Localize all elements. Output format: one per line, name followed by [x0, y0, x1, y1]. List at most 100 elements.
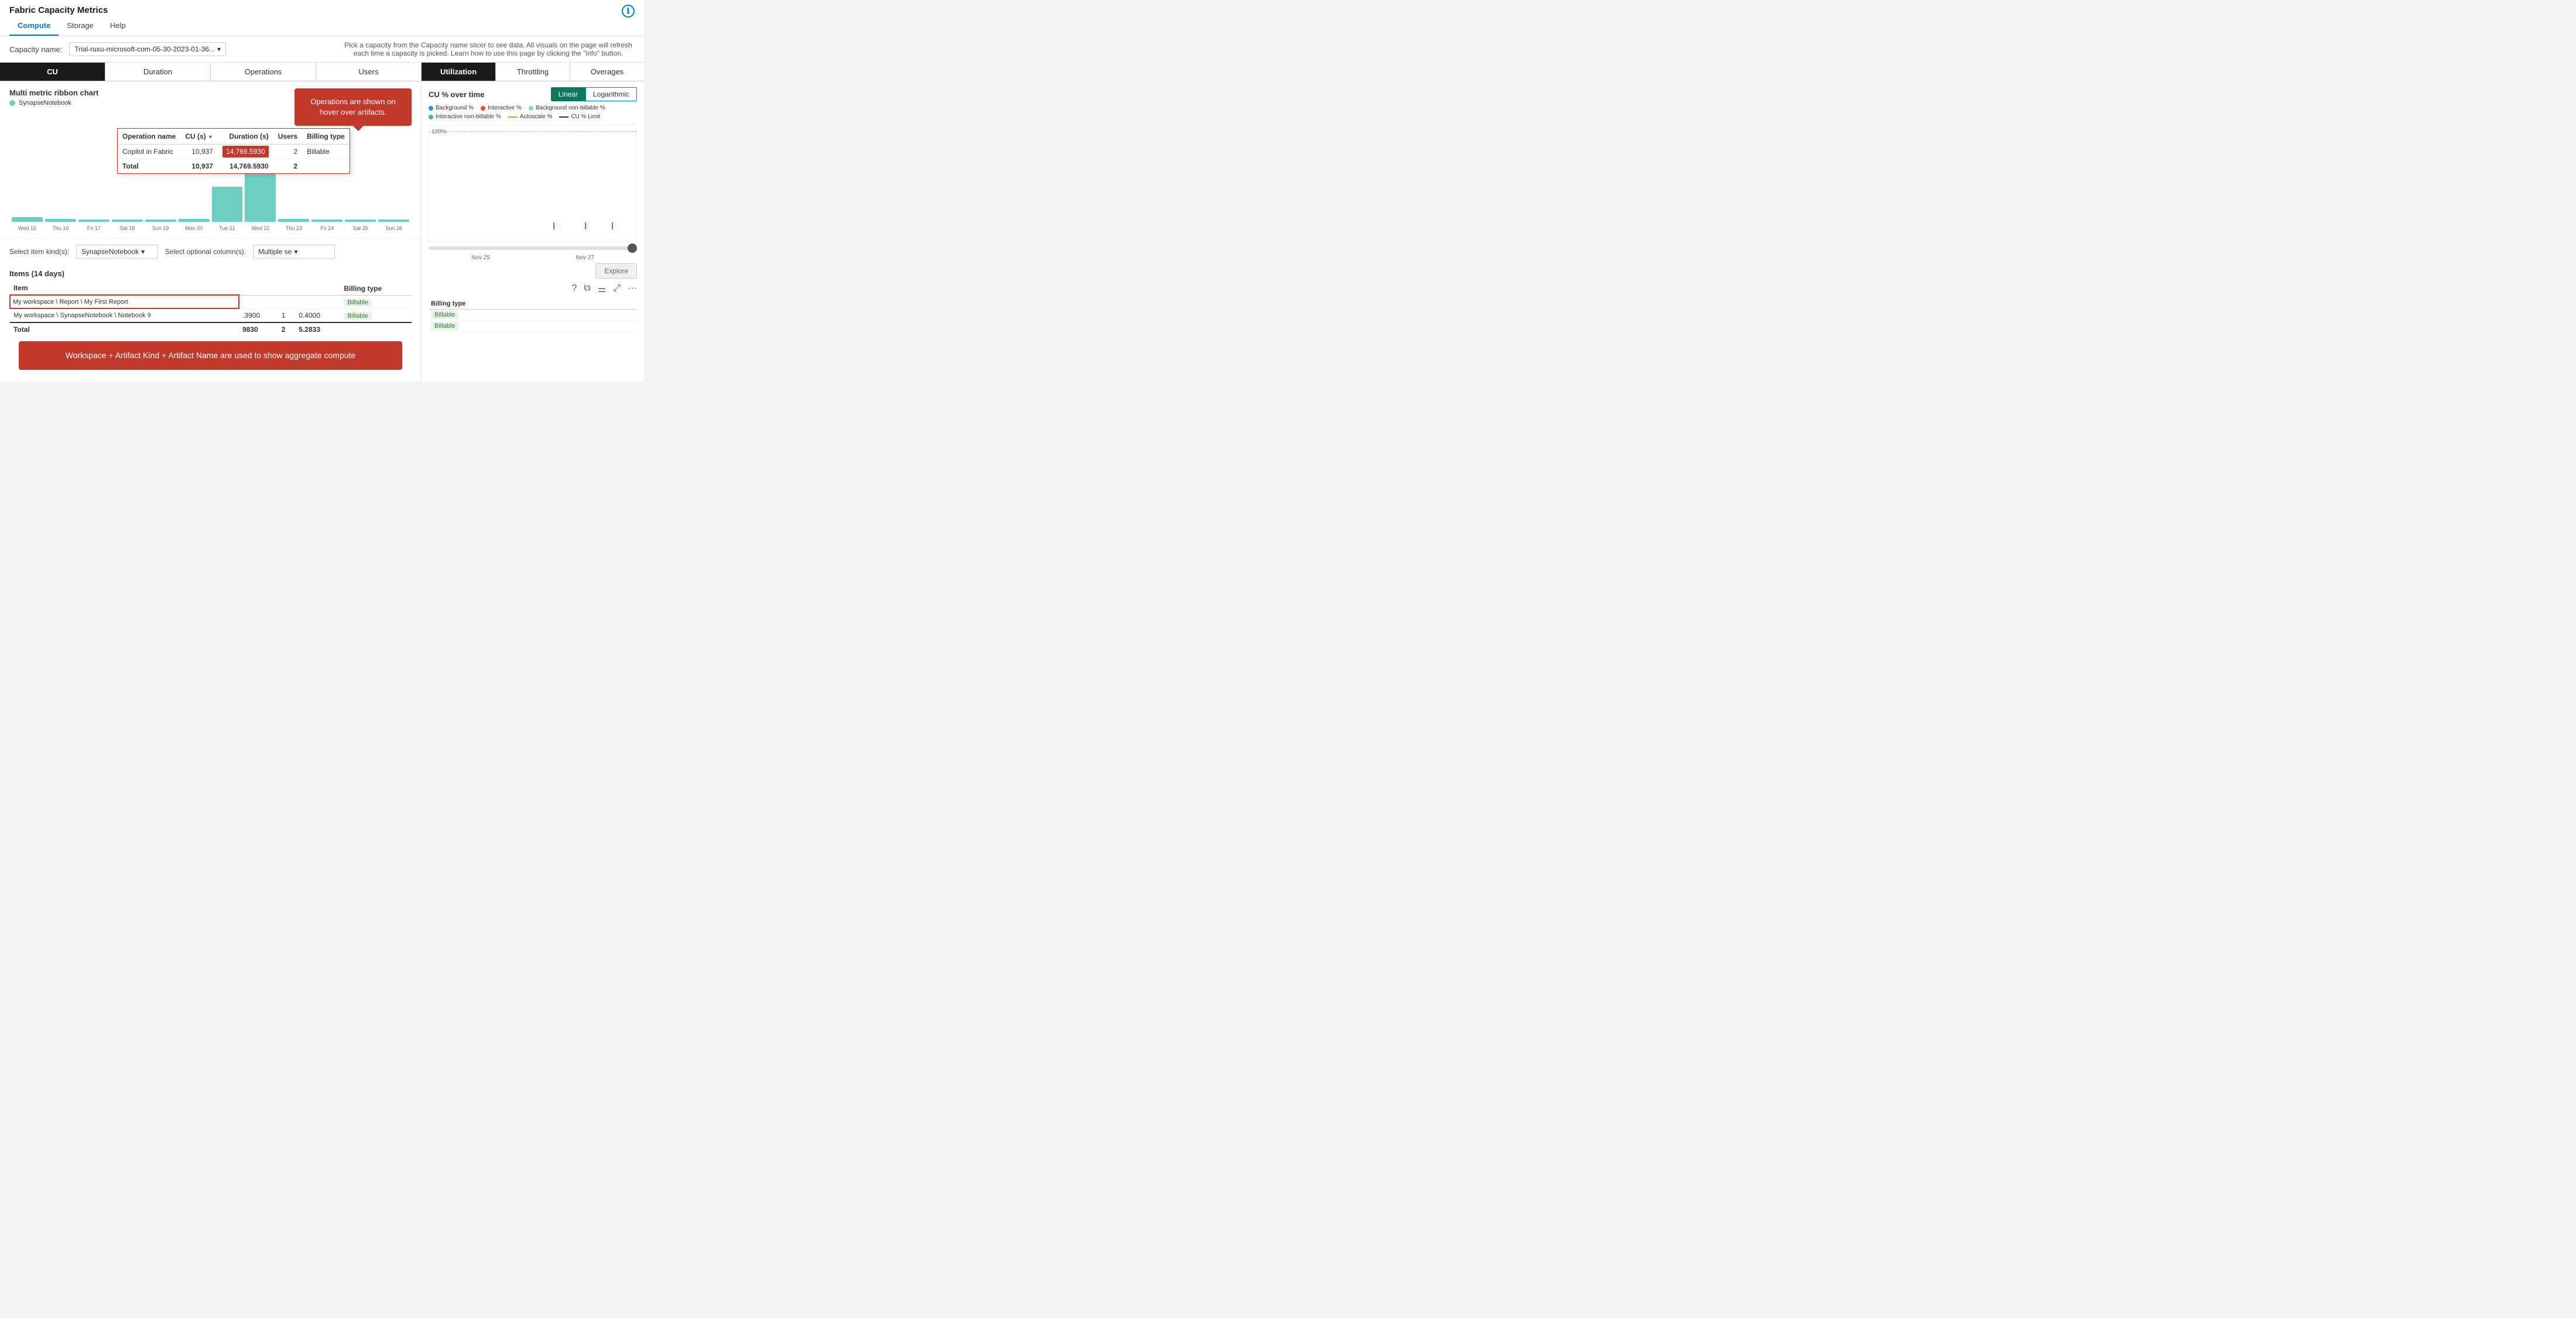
tick-mark-3	[612, 222, 613, 229]
filter-icon[interactable]: ⚌	[598, 283, 606, 295]
legend-interactive: Interactive %	[481, 105, 522, 111]
bar-mon20[interactable]	[179, 219, 210, 222]
plot-line	[429, 131, 636, 132]
right-col-billing: Billing type	[429, 298, 637, 310]
scroll-thumb[interactable]	[628, 243, 637, 253]
op-duration-0: 14,769.5930	[218, 145, 273, 159]
legend-circle-intnb	[429, 115, 433, 119]
help-icon[interactable]: ?	[572, 283, 577, 295]
op-col-duration: Duration (s)	[218, 129, 273, 145]
util-tab-overages[interactable]: Overages	[570, 63, 644, 81]
bar-label-sun26: Sun 26	[385, 225, 402, 231]
more-icon[interactable]: ···	[628, 283, 637, 295]
info-icon[interactable]: ℹ	[622, 5, 635, 18]
annotation-bubble: Workspace + Artifact Kind + Artifact Nam…	[19, 341, 402, 370]
chevron-down-icon: ▾	[294, 248, 297, 256]
col-billing-header: Billing type	[340, 282, 412, 295]
capacity-dropdown[interactable]: Trial-ruxu-microsoft-com-05-30-2023-01-3…	[69, 42, 226, 56]
right-row-1: Billable	[429, 321, 637, 332]
tab-cu[interactable]: CU	[0, 63, 105, 81]
copy-icon[interactable]: ⧉	[584, 283, 590, 295]
scale-log-btn[interactable]: Logarithmic	[585, 87, 637, 101]
items-table: Item Billing type My workspace \ Report …	[9, 282, 412, 337]
legend-label-auto: Autoscale %	[520, 114, 553, 120]
legend-dash-auto	[508, 116, 518, 118]
bar-sun19[interactable]	[145, 219, 176, 222]
nav-tab-help[interactable]: Help	[102, 18, 134, 36]
bar-label-fri17: Fri 17	[87, 225, 101, 231]
item-col2-1: .3900	[239, 308, 278, 322]
legend-label-synapse: SynapseNotebook	[19, 99, 71, 107]
nav-tab-storage[interactable]: Storage	[59, 18, 102, 36]
bar-thu23[interactable]	[278, 219, 309, 222]
bar-wed15[interactable]	[12, 217, 43, 222]
op-total-cu: 10,937	[180, 159, 218, 174]
item-col4-1: 0.4000	[295, 308, 340, 322]
app-title: Fabric Capacity Metrics	[9, 5, 108, 15]
bar-sat25[interactable]	[345, 219, 376, 222]
legend-circle-bg	[429, 106, 433, 111]
right-billable-0: Billable	[431, 311, 458, 319]
plot-y-label: 100%	[431, 129, 447, 135]
bar-thu16[interactable]	[45, 219, 76, 222]
chart-title: Multi metric ribbon chart	[9, 88, 98, 97]
right-row-0: Billable	[429, 310, 637, 321]
bar-col-thu16: Thu 16	[45, 219, 76, 231]
bar-fri24[interactable]	[311, 219, 342, 222]
expand-icon[interactable]: ⤢	[613, 283, 621, 295]
item-name-0: My workspace \ Report \ My First Report	[10, 295, 239, 308]
main-content: CU Duration Operations Users Multi metri…	[0, 63, 644, 382]
col-item: Item	[10, 282, 239, 295]
item-billing-1: Billable	[340, 308, 412, 322]
op-total-duration: 14,769.5930	[218, 159, 273, 174]
app-header: Fabric Capacity Metrics ℹ Compute Storag…	[0, 0, 644, 36]
tab-operations[interactable]: Operations	[211, 63, 316, 81]
right-chart-area: CU % over time Linear Logarithmic Backgr…	[422, 81, 644, 338]
right-table: Billing type Billable Billable	[429, 298, 637, 332]
item-col3-1: 1	[278, 308, 296, 322]
bar-col-fri24: Fri 24	[311, 219, 342, 231]
op-billing-0: Billable	[302, 145, 350, 159]
bar-sun26[interactable]	[378, 219, 409, 222]
bar-col-wed15: Wed 15	[12, 217, 43, 231]
op-col-billing: Billing type	[302, 129, 350, 145]
bar-col-sat18: Sat 18	[112, 219, 143, 231]
explore-button[interactable]: Explore	[595, 263, 637, 279]
legend-label-bg: Background %	[436, 105, 474, 111]
util-tab-throttling[interactable]: Throttling	[496, 63, 570, 81]
op-total-users: 2	[273, 159, 302, 174]
item-kind-dropdown[interactable]: SynapseNotebook ▾	[76, 245, 158, 259]
bar-fri17[interactable]	[78, 219, 109, 222]
items-total-billing	[340, 322, 412, 337]
op-name-0: Copilot in Fabric	[118, 145, 180, 159]
bar-label-mon20: Mon 20	[185, 225, 203, 231]
scale-linear-btn[interactable]: Linear	[551, 87, 585, 101]
highlight-duration: 14,769.5930	[222, 146, 269, 157]
select-row: Select item kind(s): SynapseNotebook ▾ S…	[9, 245, 412, 259]
bar-col-sun19: Sun 19	[145, 219, 176, 231]
bar-col-sun26: Sun 26	[378, 219, 409, 231]
bar-label-sat25: Sat 25	[353, 225, 368, 231]
op-total-row: Total 10,937 14,769.5930 2	[118, 159, 350, 174]
bar-label-wed22: Wed 22	[251, 225, 269, 231]
util-tab-utilization[interactable]: Utilization	[422, 63, 496, 81]
chart-section: Multi metric ribbon chart SynapseNoteboo…	[0, 81, 421, 238]
nav-tab-compute[interactable]: Compute	[9, 18, 59, 36]
legend-int-nonbillable: Interactive non-billable %	[429, 114, 501, 120]
items-row-0: My workspace \ Report \ My First Report …	[10, 295, 412, 308]
col-dropdown[interactable]: Multiple se ▾	[253, 245, 335, 259]
tab-users[interactable]: Users	[316, 63, 421, 81]
legend-dot-synapse	[9, 100, 15, 106]
bar-tue21[interactable]	[212, 187, 243, 222]
chevron-down-icon: ▾	[217, 45, 221, 53]
items-total-row: Total 9830 2 5.2833	[10, 322, 412, 337]
right-legend: Background % Interactive % Background no…	[429, 105, 637, 120]
tab-duration[interactable]: Duration	[105, 63, 211, 81]
bar-label-tue21: Tue 21	[219, 225, 235, 231]
right-bottom-icons: ? ⧉ ⚌ ⤢ ···	[429, 283, 637, 295]
scroll-track[interactable]	[429, 246, 637, 250]
right-billable-1: Billable	[431, 322, 458, 330]
bar-sat18[interactable]	[112, 219, 143, 222]
bar-label-thu23: Thu 23	[286, 225, 302, 231]
op-total-label: Total	[118, 159, 180, 174]
